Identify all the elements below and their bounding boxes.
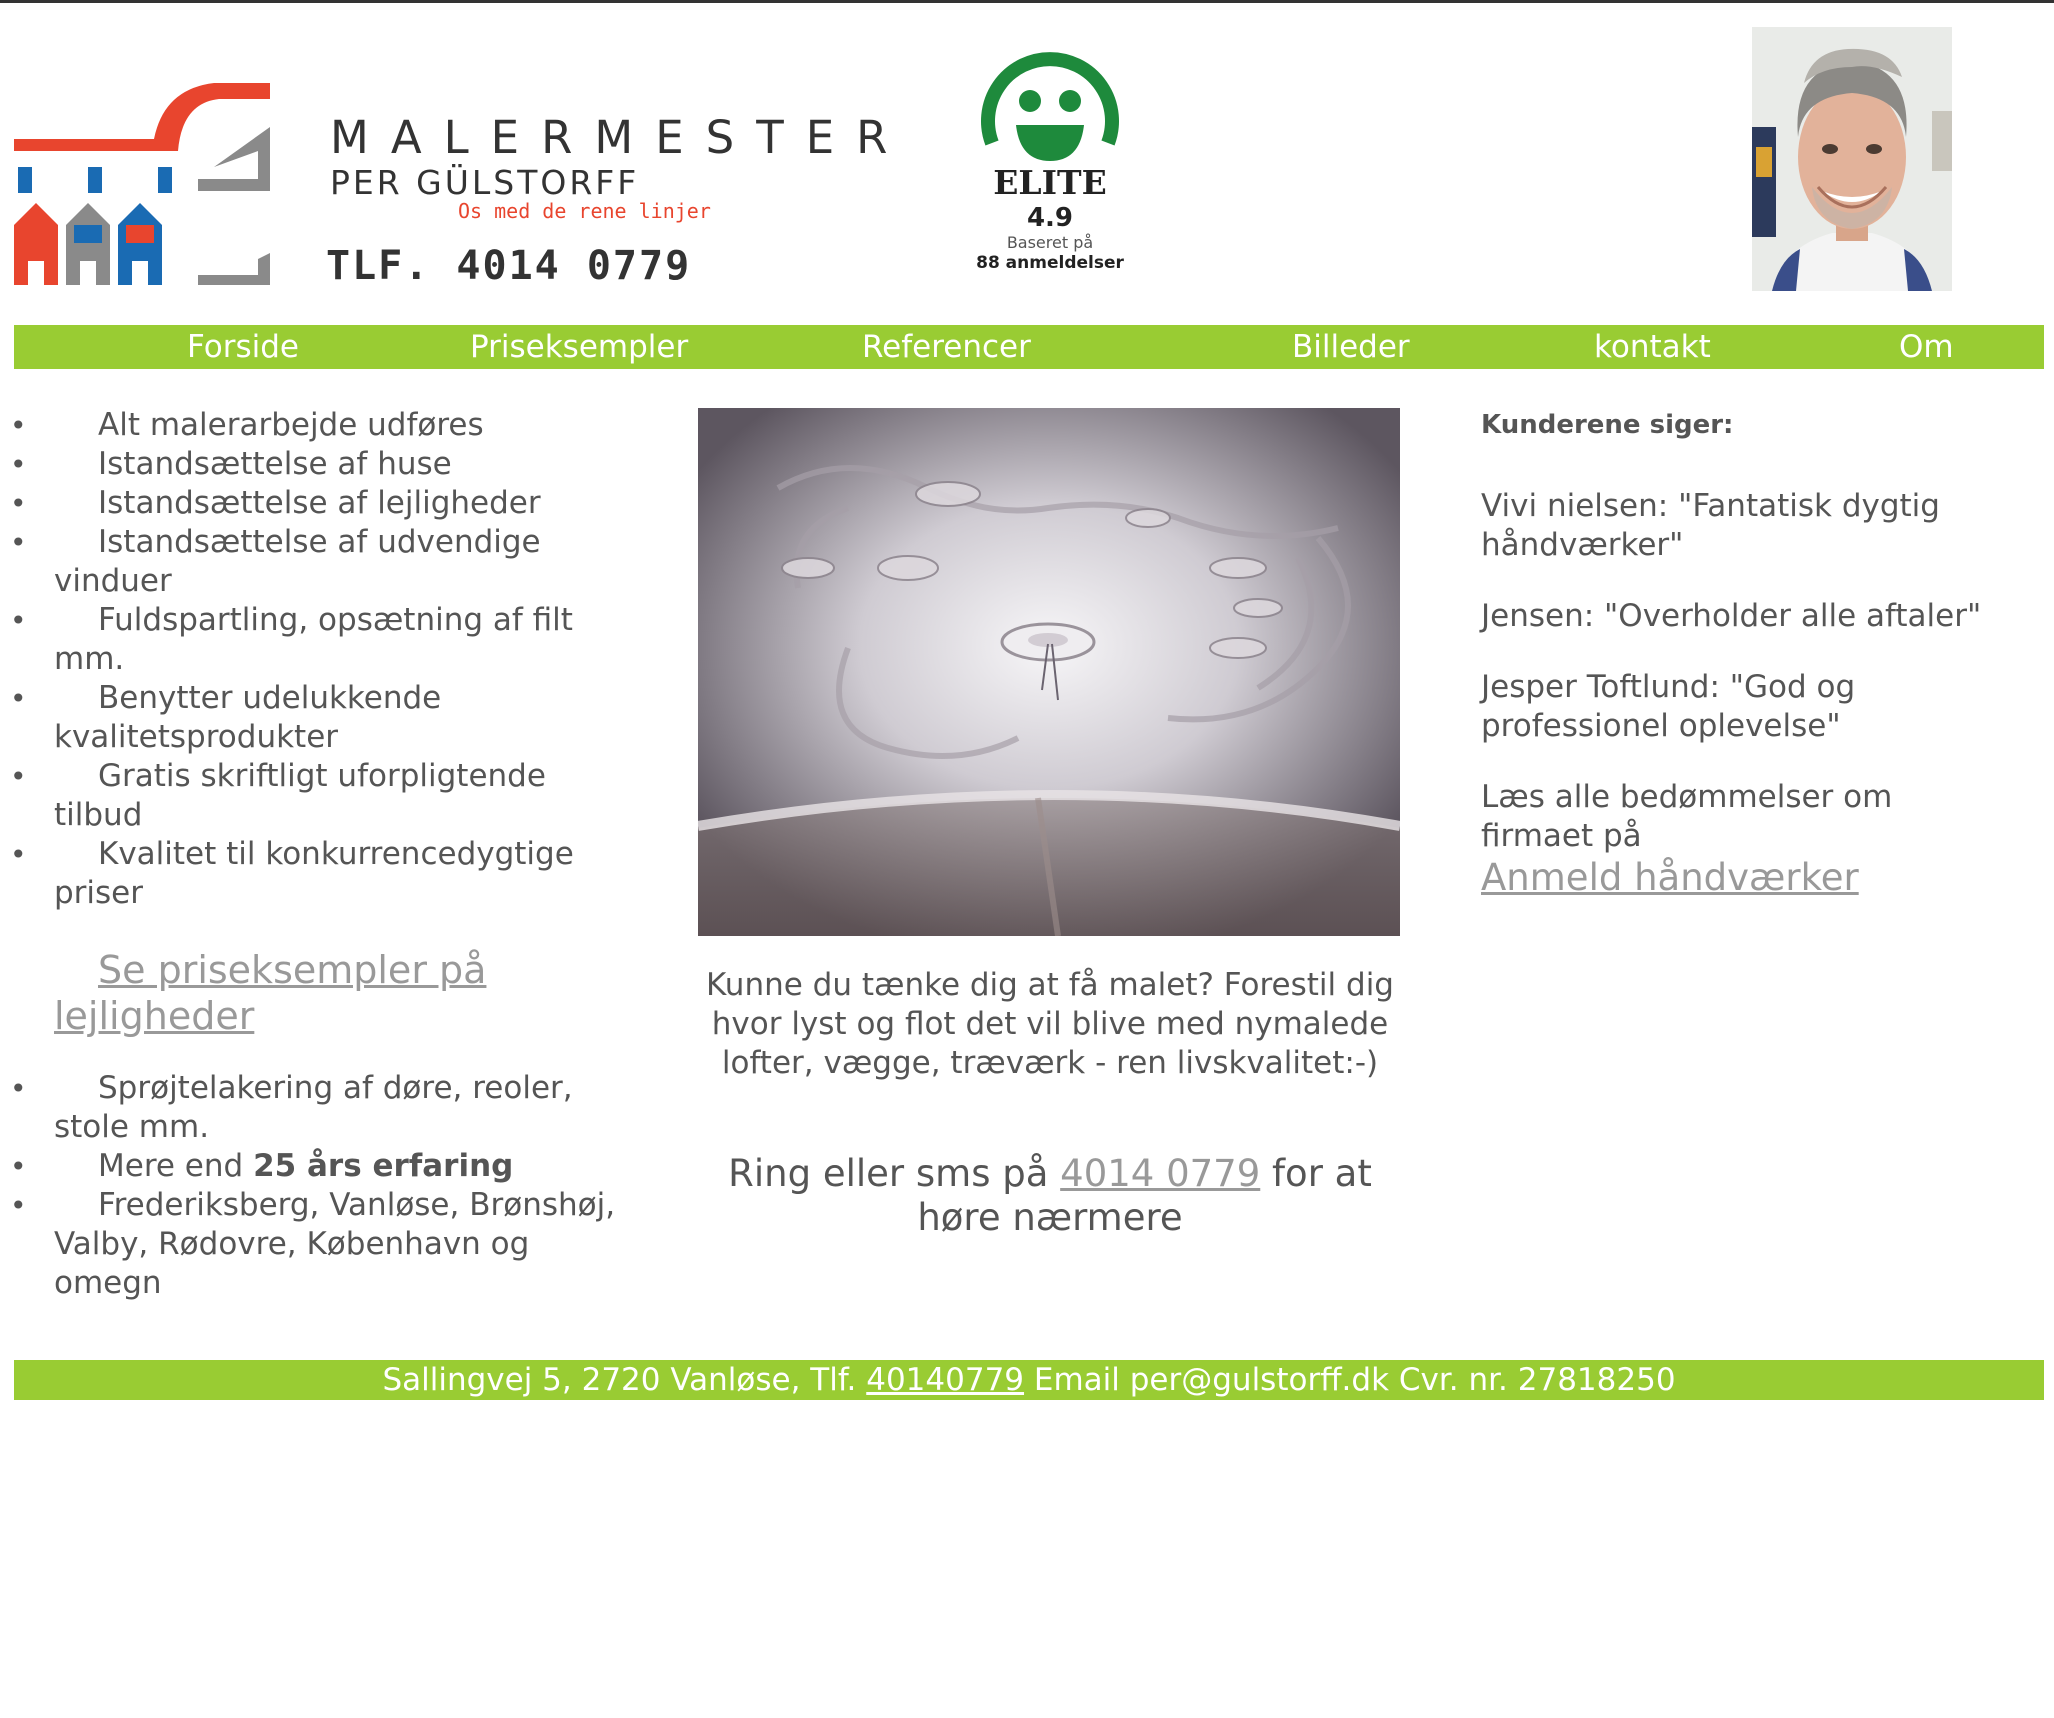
review-quote: Jesper Toftlund: "God og professionel op… [1481,669,1856,744]
brand-owner: PER GÜLSTORFF [330,163,640,202]
nav-kontakt[interactable]: kontakt [1594,325,1711,369]
call-phone-link[interactable]: 4014 0779 [1060,1152,1260,1195]
service-item: Gratis skriftligt uforpligtende tilbud [10,757,624,835]
footer-contact: Email per@gulstorff.dk Cvr. nr. 27818250 [1033,1362,1676,1398]
read-all-reviews-text: Læs alle bedømmelser om firmaet på [1481,779,1893,854]
company-logo[interactable] [14,39,270,285]
pitch-text: Kunne du tænke dig at få malet? Forestil… [706,967,1394,1081]
price-examples-link[interactable]: Se priseksempler på lejligheder [54,947,624,1039]
ceiling-stucco-photo [698,408,1400,936]
experience-item: Mere end 25 års erfaring [10,1147,624,1186]
service-item: Istandsættelse af lejligheder [10,484,624,523]
footer-phone-link[interactable]: 40140779 [866,1362,1024,1398]
review-site-link[interactable]: Anmeld håndværker [1481,856,2001,900]
experience-highlight: 25 års erfaring [253,1148,514,1184]
brand-slogan: Os med de rene linjer [458,199,711,223]
review-quote: Jensen: "Overholder alle aftaler" [1481,598,1982,634]
service-item: Benytter udelukkende kvalitetsprodukter [10,679,624,757]
elite-based-on: Baseret på [1006,233,1094,252]
extra-services-list: Sprøjtelakering af døre, reoler, stole m… [10,1069,624,1303]
service-item: Istandsættelse af huse [10,445,624,484]
call-to-action: Ring eller sms på 4014 0779 for at høre … [728,1152,1372,1239]
owner-portrait-photo [1752,27,1952,291]
nav-priseksempler[interactable]: Priseksempler [470,325,688,369]
service-item: Istandsættelse af udvendige vinduer [10,523,624,601]
nav-referencer[interactable]: Referencer [862,325,1031,369]
service-area-item: Frederiksberg, Vanløse, Brønshøj, Valby,… [10,1186,624,1303]
services-column: Alt malerarbejde udføres Istandsættelse … [10,406,624,1303]
service-item: Sprøjtelakering af døre, reoler, stole m… [10,1069,624,1147]
site-footer: Sallingvej 5, 2720 Vanløse, Tlf. 4014077… [14,1360,2044,1400]
nav-om[interactable]: Om [1899,325,1954,369]
elite-rating-badge[interactable]: ELITE 4.9 Baseret på 88 anmeldelser [970,43,1130,283]
service-item: Fuldspartling, opsætning af filt mm. [10,601,624,679]
elite-score: 4.9 [1026,203,1074,233]
main-nav: Forside Priseksempler Referencer Billede… [14,325,2044,369]
reviews-column: Kunderene siger: Vivi nielsen: "Fantatis… [1481,406,2001,900]
site-header: MALERMESTER PER GÜLSTORFF Os med de rene… [0,3,2054,323]
services-list: Alt malerarbejde udføres Istandsættelse … [10,406,624,913]
footer-address: Sallingvej 5, 2720 Vanløse, Tlf. [382,1362,857,1398]
reviews-heading: Kunderene siger: [1481,410,1734,440]
brand-name: MALERMESTER [330,111,910,164]
nav-billeder[interactable]: Billeder [1292,325,1410,369]
nav-forside[interactable]: Forside [187,325,299,369]
review-quote: Vivi nielsen: "Fantatisk dygtig håndværk… [1481,488,1940,563]
smiley-icon [981,52,1119,161]
service-item: Kvalitet til konkurrencedygtige priser [10,835,624,913]
elite-review-count: 88 anmeldelser [976,253,1124,273]
header-phone: TLF. 4014 0779 [326,243,692,289]
service-item: Alt malerarbejde udføres [10,406,624,445]
elite-title: ELITE [993,163,1107,202]
